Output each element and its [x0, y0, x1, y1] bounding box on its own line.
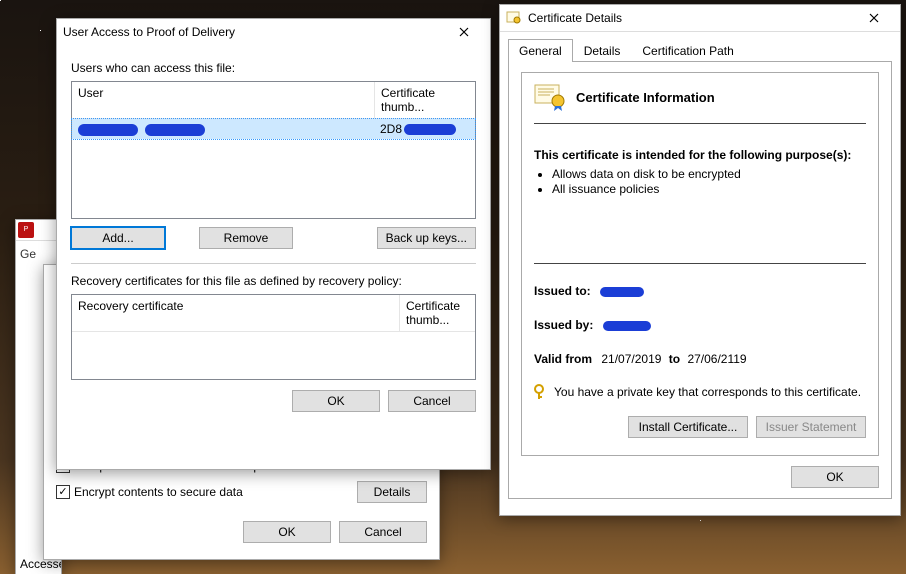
encrypt-checkbox-label: Encrypt contents to secure data [74, 485, 243, 499]
access-cancel-button[interactable]: Cancel [388, 390, 476, 412]
certificate-purpose-item: Allows data on disk to be encrypted [552, 167, 866, 181]
redacted-thumb-icon [404, 124, 456, 135]
certificate-purpose-item: All issuance policies [552, 182, 866, 196]
issued-to-label: Issued to: [534, 284, 591, 298]
users-row-thumb-value: 2D8 [380, 122, 402, 136]
certificate-title: Certificate Details [528, 11, 622, 25]
issuer-statement-button: Issuer Statement [756, 416, 866, 438]
certificate-ok-button[interactable]: OK [791, 466, 879, 488]
redacted-issued-to-icon [600, 287, 644, 297]
valid-from-value: 21/07/2019 [601, 352, 661, 366]
properties-tab-fragment: Ge [16, 247, 61, 261]
certificate-purpose-line: This certificate is intended for the fol… [534, 148, 866, 162]
tab-certification-path[interactable]: Certification Path [631, 39, 744, 62]
user-access-title: User Access to Proof of Delivery [63, 25, 235, 39]
users-label: Users who can access this file: [71, 61, 476, 75]
add-button[interactable]: Add... [71, 227, 165, 249]
users-list-row[interactable]: 2D8 [72, 119, 475, 139]
backup-keys-button[interactable]: Back up keys... [377, 227, 476, 249]
valid-to-value: 27/06/2119 [687, 352, 746, 366]
encrypt-checkbox[interactable]: ✓ Encrypt contents to secure data [56, 485, 243, 499]
valid-to-word: to [669, 352, 680, 366]
access-ok-button[interactable]: OK [292, 390, 380, 412]
users-list[interactable]: User Certificate thumb... 2D8 [71, 81, 476, 219]
close-icon[interactable] [854, 6, 894, 30]
pdf-icon: P [18, 222, 34, 238]
issued-by-label: Issued by: [534, 318, 593, 332]
certificate-icon [534, 83, 568, 111]
recovery-col-thumb[interactable]: Certificate thumb... [400, 295, 475, 331]
tab-general[interactable]: General [508, 39, 573, 62]
private-key-text: You have a private key that corresponds … [554, 385, 861, 399]
redacted-issued-by-icon [603, 321, 651, 331]
valid-from-label: Valid from [534, 352, 592, 366]
recovery-label: Recovery certificates for this file as d… [71, 274, 476, 288]
tab-details[interactable]: Details [573, 39, 632, 62]
adv-ok-button[interactable]: OK [243, 521, 331, 543]
redacted-user-icon [145, 124, 205, 136]
details-button[interactable]: Details [357, 481, 427, 503]
certificate-icon [506, 10, 522, 26]
key-icon [534, 384, 548, 400]
users-col-thumb[interactable]: Certificate thumb... [375, 82, 475, 118]
checkbox-checked-icon: ✓ [56, 485, 70, 499]
certificate-tabs: General Details Certification Path [508, 38, 892, 62]
certificate-tab-general-page: Certificate Information This certificate… [508, 62, 892, 499]
install-certificate-button[interactable]: Install Certificate... [628, 416, 748, 438]
certificate-info-heading: Certificate Information [576, 90, 715, 105]
recovery-list[interactable]: Recovery certificate Certificate thumb..… [71, 294, 476, 380]
adv-cancel-button[interactable]: Cancel [339, 521, 427, 543]
certificate-purpose-list: Allows data on disk to be encrypted All … [552, 166, 866, 197]
certificate-info-box: Certificate Information This certificate… [521, 72, 879, 456]
users-col-user[interactable]: User [72, 82, 375, 118]
recovery-col-cert[interactable]: Recovery certificate [72, 295, 400, 331]
redacted-user-icon [78, 124, 138, 136]
remove-button[interactable]: Remove [199, 227, 293, 249]
user-access-dialog: User Access to Proof of Delivery Users w… [56, 18, 491, 470]
close-icon[interactable] [444, 20, 484, 44]
certificate-dialog: Certificate Details General Details Cert… [499, 4, 901, 516]
